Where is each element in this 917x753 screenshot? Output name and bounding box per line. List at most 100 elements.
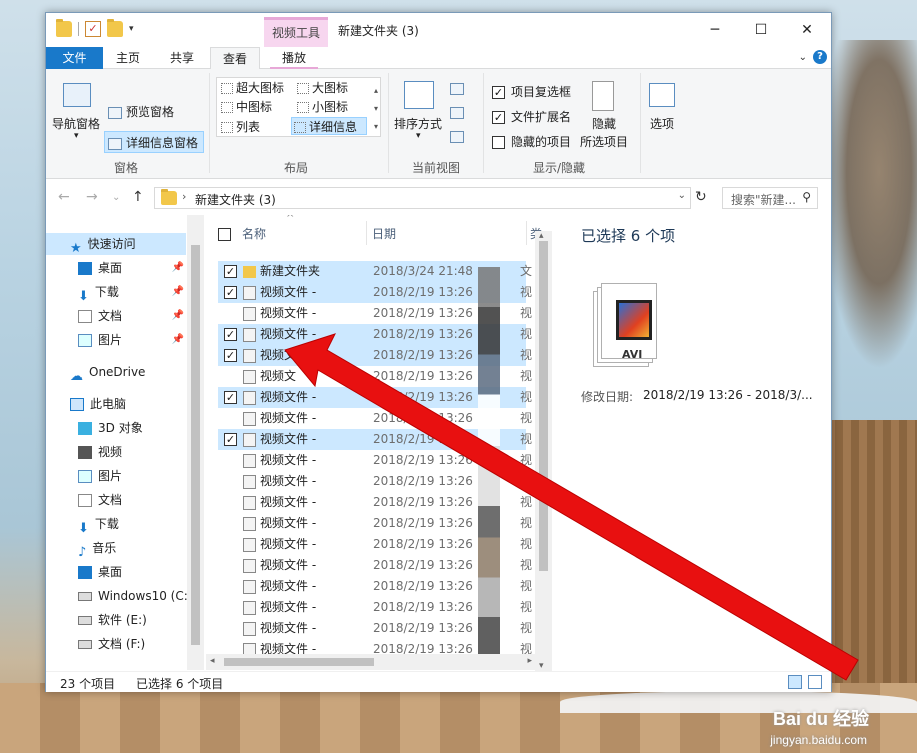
add-columns-icon[interactable] (450, 107, 464, 119)
hidden-items-toggle[interactable]: 隐藏的项目 (492, 133, 571, 150)
nav-label: 快速访问 (87, 237, 136, 251)
search-icon[interactable]: ⚲ (802, 190, 811, 204)
address-input[interactable]: › 新建文件夹 (3) ⌄ (154, 187, 691, 209)
row-name: 视频文件 - (260, 348, 317, 362)
tab-view[interactable]: 查看 (210, 47, 260, 70)
nav-desktop-pinned[interactable]: 桌面 📌 (46, 257, 186, 279)
row-type: 文 (520, 264, 533, 278)
tab-file[interactable]: 文件 (46, 47, 103, 69)
scroll-up-icon[interactable]: ▴ (539, 231, 544, 241)
row-checkbox-checked[interactable]: ✓ (224, 286, 237, 299)
layout-large-icons[interactable]: 大图标 (295, 79, 348, 97)
list-scrollbar[interactable]: ▴ ▾ (535, 231, 552, 671)
forward-arrow-icon[interactable]: → (86, 189, 98, 205)
layout-small-icons[interactable]: 小图标 (295, 98, 348, 116)
new-folder-icon[interactable] (107, 19, 123, 37)
row-date: 2018/2/19 13:26 (373, 327, 473, 341)
hide-selected-label-1[interactable]: 隐藏 (592, 115, 616, 132)
maximize-button[interactable]: ☐ (738, 17, 784, 43)
row-checkbox-checked[interactable]: ✓ (224, 349, 237, 362)
properties-icon[interactable]: ✓ (85, 21, 101, 37)
row-checkbox-checked[interactable]: ✓ (224, 433, 237, 446)
row-date: 2018/2/19 13:26 (373, 432, 473, 446)
up-arrow-icon[interactable]: ↑ (132, 189, 144, 205)
nav-scrollbar[interactable] (187, 215, 204, 670)
list-scroll-thumb[interactable] (539, 241, 548, 571)
large-icons-view-icon[interactable] (808, 675, 822, 689)
back-arrow-icon[interactable]: ← (58, 189, 70, 205)
row-checkbox-checked[interactable]: ✓ (224, 391, 237, 404)
size-columns-icon[interactable] (450, 131, 464, 143)
tab-play[interactable]: 播放 (270, 47, 318, 69)
group-by-icon[interactable] (450, 83, 464, 95)
breadcrumb-chevron-icon[interactable]: › (182, 190, 186, 203)
scroll-down-icon[interactable]: ▾ (539, 661, 544, 671)
nav-pane-icon[interactable] (63, 83, 91, 107)
layout-list[interactable]: 列表 (219, 118, 260, 136)
qat-dropdown-icon[interactable]: ▾ (129, 24, 134, 34)
nav-scroll-thumb[interactable] (191, 245, 200, 645)
layout-scroll-icon[interactable]: ▴ ▾ ▾ (374, 82, 378, 136)
minimize-button[interactable]: ─ (692, 17, 738, 43)
horizontal-scrollbar[interactable]: ◂ ▸ (206, 654, 536, 670)
tab-share[interactable]: 共享 (160, 47, 204, 69)
nav-music[interactable]: ♪ 音乐 (46, 537, 186, 560)
nav-drive-f[interactable]: 文档 (F:) (46, 633, 186, 655)
nav-pane-dropdown-icon[interactable]: ▾ (74, 131, 79, 141)
navigation-pane: ★ 快速访问 桌面 📌 ⬇ 下载 📌 文档 📌 图片 📌 ☁ OneDrive 此电脑 3D … (46, 215, 205, 670)
preview-pane-button[interactable]: 预览窗格 (108, 103, 174, 120)
help-icon[interactable]: ? (813, 50, 827, 64)
file-extensions-toggle[interactable]: ✓ 文件扩展名 (492, 108, 571, 125)
sort-by-icon[interactable] (404, 81, 434, 109)
recent-dropdown-icon[interactable]: ⌄ (112, 192, 120, 203)
options-button[interactable]: 选项 (650, 115, 674, 132)
close-button[interactable]: ✕ (784, 17, 830, 43)
nav-drive-c[interactable]: Windows10 (C: (46, 585, 188, 607)
nav-quick-access[interactable]: ★ 快速访问 (46, 233, 186, 256)
video-tools-context-tab[interactable]: 视频工具 (264, 17, 328, 47)
scroll-right-icon[interactable]: ▸ (527, 656, 532, 666)
options-icon[interactable] (649, 83, 675, 107)
nav-videos[interactable]: 视频 (46, 441, 186, 463)
refresh-icon[interactable]: ↻ (695, 189, 707, 205)
nav-downloads-pinned[interactable]: ⬇ 下载 📌 (46, 281, 186, 304)
nav-drive-e[interactable]: 软件 (E:) (46, 609, 186, 631)
nav-pictures-pinned[interactable]: 图片 📌 (46, 329, 186, 351)
nav-documents[interactable]: 文档 (46, 489, 186, 511)
column-header-date[interactable]: 日期 (372, 223, 396, 245)
hide-selected-label-2[interactable]: 所选项目 (580, 133, 628, 150)
nav-documents-pinned[interactable]: 文档 📌 (46, 305, 186, 327)
sort-by-button[interactable]: 排序方式 (394, 115, 442, 132)
row-checkbox-checked[interactable]: ✓ (224, 328, 237, 341)
scroll-left-icon[interactable]: ◂ (210, 656, 215, 666)
nav-pane-button[interactable]: 导航窗格 (52, 115, 100, 132)
video-file-icon (616, 300, 652, 340)
horizontal-scroll-thumb[interactable] (224, 658, 374, 666)
sort-dropdown-icon[interactable]: ▾ (416, 131, 421, 141)
column-separator[interactable] (526, 221, 527, 245)
column-separator[interactable] (366, 221, 367, 245)
item-checkboxes-toggle[interactable]: ✓ 项目复选框 (492, 83, 571, 100)
column-header-name[interactable]: 名称 (242, 223, 266, 245)
layout-medium-icons[interactable]: 中图标 (219, 98, 272, 116)
nav-this-pc[interactable]: 此电脑 (46, 393, 186, 415)
explorer-window: ✓ ▾ 视频工具 新建文件夹 (3) ─ ☐ ✕ 文件 主页 共享 查看 播放 … (45, 12, 832, 692)
row-checkbox-checked[interactable]: ✓ (224, 265, 237, 278)
nav-downloads[interactable]: ⬇ 下载 (46, 513, 186, 536)
layout-extra-large-icons[interactable]: 超大图标 (219, 79, 284, 97)
details-pane-button[interactable]: 详细信息窗格 (108, 134, 198, 151)
row-type: 视 (520, 453, 533, 467)
select-all-checkbox[interactable] (218, 223, 234, 245)
ribbon-collapse-icon[interactable]: ⌄ (799, 52, 807, 63)
nav-onedrive[interactable]: ☁ OneDrive (46, 361, 186, 384)
nav-3d-objects[interactable]: 3D 对象 (46, 417, 186, 439)
tab-home[interactable]: 主页 (106, 47, 150, 69)
address-dropdown-icon[interactable]: ⌄ (678, 190, 686, 201)
layout-details[interactable]: 详细信息 (291, 117, 367, 135)
details-view-icon[interactable] (788, 675, 802, 689)
nav-pictures[interactable]: 图片 (46, 465, 186, 487)
breadcrumb[interactable]: 新建文件夹 (3) (195, 191, 276, 208)
search-input[interactable]: 搜索"新建... ⚲ (722, 187, 818, 209)
nav-desktop[interactable]: 桌面 (46, 561, 186, 583)
hide-selected-icon[interactable] (592, 81, 614, 111)
